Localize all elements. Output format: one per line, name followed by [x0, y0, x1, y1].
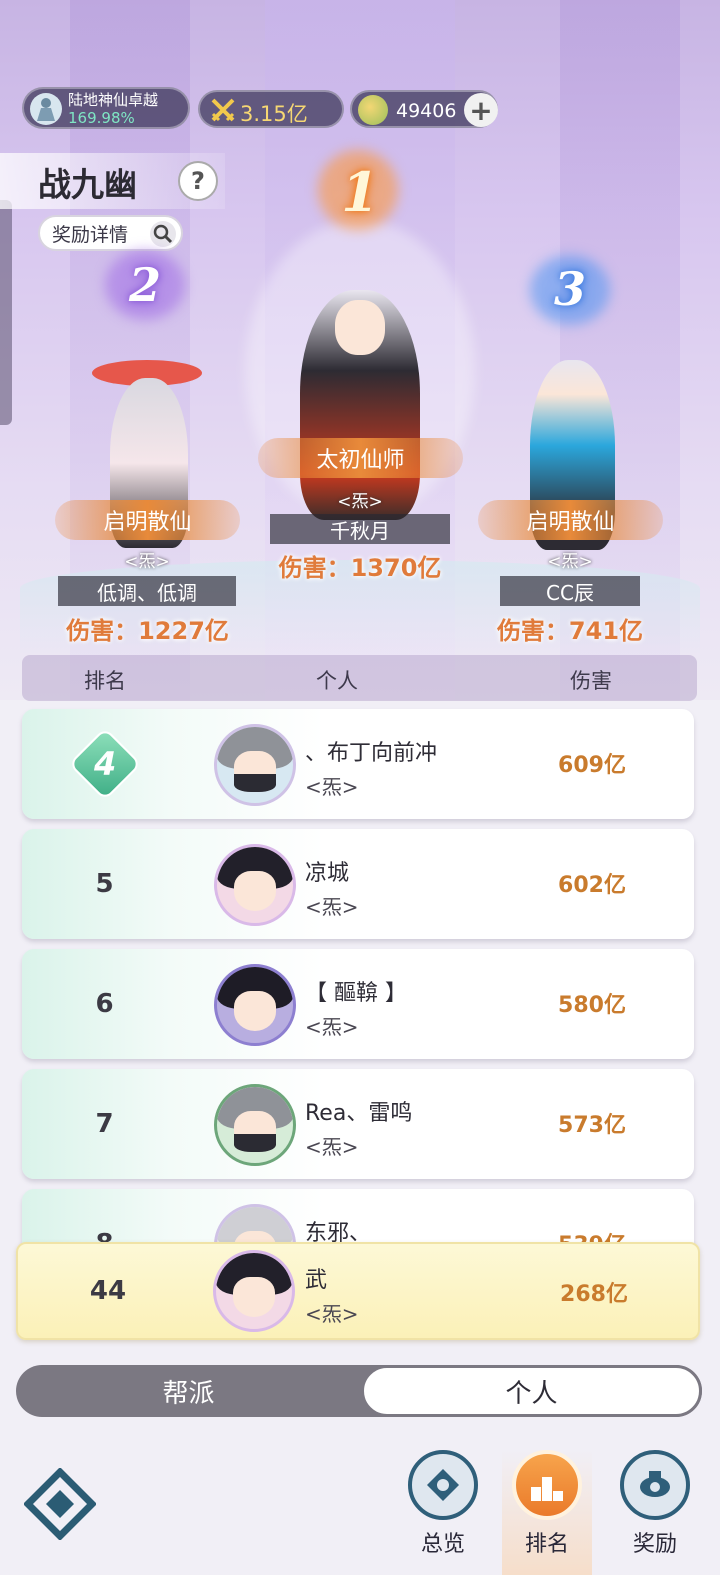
character-face-first	[335, 300, 385, 355]
avatar[interactable]	[214, 1084, 296, 1166]
tab-personal[interactable]: 个人	[361, 1365, 702, 1417]
damage-value: 573亿	[558, 1113, 626, 1138]
avatar[interactable]	[214, 964, 296, 1046]
guild-tag: <炁>	[305, 1015, 359, 1039]
tab-guild[interactable]: 帮派	[16, 1365, 361, 1417]
jade-coin-icon	[358, 95, 388, 125]
rank-value: 4	[93, 744, 116, 783]
my-rank-value: 44	[89, 1276, 127, 1306]
damage-third: 伤害：741亿	[496, 617, 644, 645]
ranking-type-toggle: 帮派 个人	[16, 1365, 702, 1417]
player-name: 、布丁向前冲	[305, 741, 438, 766]
rank-2-badge: 2	[128, 258, 161, 312]
table-row[interactable]: 6 【 醧鞥 】 <炁> 580亿	[22, 949, 694, 1059]
damage-second: 伤害：1227亿	[66, 617, 229, 645]
my-avatar[interactable]	[213, 1250, 295, 1332]
realm-avatar-icon	[30, 93, 62, 125]
rank-badge: 4	[22, 709, 187, 819]
damage-value: 580亿	[558, 993, 626, 1018]
table-row[interactable]: 7 Rea、雷鸣 <炁> 573亿	[22, 1069, 694, 1179]
table-row[interactable]: 5 凉城 <炁> 602亿	[22, 829, 694, 939]
realm-title: 陆地神仙卓越	[68, 91, 159, 109]
event-title: 战九幽	[38, 165, 137, 204]
currency-bar: 49406 +	[350, 90, 498, 128]
overview-icon	[408, 1450, 478, 1520]
tab-rewards-label: 奖励	[632, 1532, 677, 1557]
ranking-icon	[512, 1450, 582, 1520]
reward-details-button[interactable]: 奖励详情	[38, 215, 183, 251]
header-damage: 伤害	[570, 669, 612, 693]
home-logo-icon[interactable]	[23, 1467, 97, 1541]
guild-tag: <炁>	[305, 775, 359, 799]
ranking-table-header: 排名 个人 伤害	[22, 655, 697, 701]
realm-badge[interactable]: 陆地神仙卓越 169.98%	[22, 87, 190, 129]
my-rank-row[interactable]: 44 武 <炁> 268亿	[16, 1242, 700, 1340]
player-name: 【 醧鞥 】	[305, 981, 407, 1006]
player-name-second: 低调、低调	[58, 576, 236, 606]
combat-power-value: 3.15亿	[240, 102, 308, 126]
title-plate-second: 启明散仙	[55, 500, 240, 540]
my-player-name: 武	[305, 1268, 328, 1293]
guild-tag: <炁>	[305, 895, 359, 919]
guild-second: <炁>	[124, 552, 170, 572]
currency-value: 49406	[396, 100, 457, 122]
player-name-first: 千秋月	[270, 514, 450, 544]
tab-ranking-label: 排名	[524, 1532, 569, 1557]
rewards-icon	[620, 1450, 690, 1520]
guild-tag: <炁>	[305, 1135, 359, 1159]
rank-3-badge: 3	[553, 262, 586, 316]
damage-value: 609亿	[558, 753, 626, 778]
side-drawer-handle[interactable]	[0, 200, 12, 425]
damage-value: 602亿	[558, 873, 626, 898]
rank-value: 5	[95, 869, 114, 899]
table-row[interactable]: 4 、布丁向前冲 <炁> 609亿	[22, 709, 694, 819]
tab-overview[interactable]: 总览	[398, 1450, 488, 1575]
guild-first: <炁>	[337, 492, 383, 512]
tab-rewards[interactable]: 奖励	[610, 1450, 700, 1575]
avatar[interactable]	[214, 724, 296, 806]
help-button[interactable]: ?	[178, 161, 218, 201]
rank-1-badge: 1	[341, 160, 379, 224]
tab-overview-label: 总览	[420, 1532, 465, 1557]
header-rank: 排名	[84, 669, 126, 693]
rank-value: 7	[95, 1109, 114, 1139]
title-plate-third: 启明散仙	[478, 500, 663, 540]
tab-ranking[interactable]: 排名	[502, 1450, 592, 1575]
player-name: Rea、雷鸣	[305, 1101, 413, 1126]
title-plate-first: 太初仙师	[258, 438, 463, 478]
realm-percent: 169.98%	[68, 109, 135, 127]
question-icon: ?	[191, 167, 205, 195]
damage-first: 伤害：1370亿	[278, 554, 442, 582]
search-icon	[150, 221, 176, 247]
crossed-swords-icon	[210, 97, 236, 127]
combat-power: 3.15亿	[198, 90, 344, 128]
header-player: 个人	[316, 669, 358, 693]
reward-details-label: 奖励详情	[52, 223, 129, 246]
player-name-third: CC辰	[500, 576, 640, 606]
guild-third: <炁>	[547, 552, 593, 572]
my-damage-value: 268亿	[560, 1282, 628, 1307]
tab-personal-label: 个人	[505, 1378, 558, 1409]
avatar[interactable]	[214, 844, 296, 926]
my-guild-tag: <炁>	[305, 1302, 359, 1326]
add-currency-button[interactable]: +	[464, 93, 498, 127]
player-name: 凉城	[305, 861, 350, 886]
rank-value: 6	[95, 989, 114, 1019]
